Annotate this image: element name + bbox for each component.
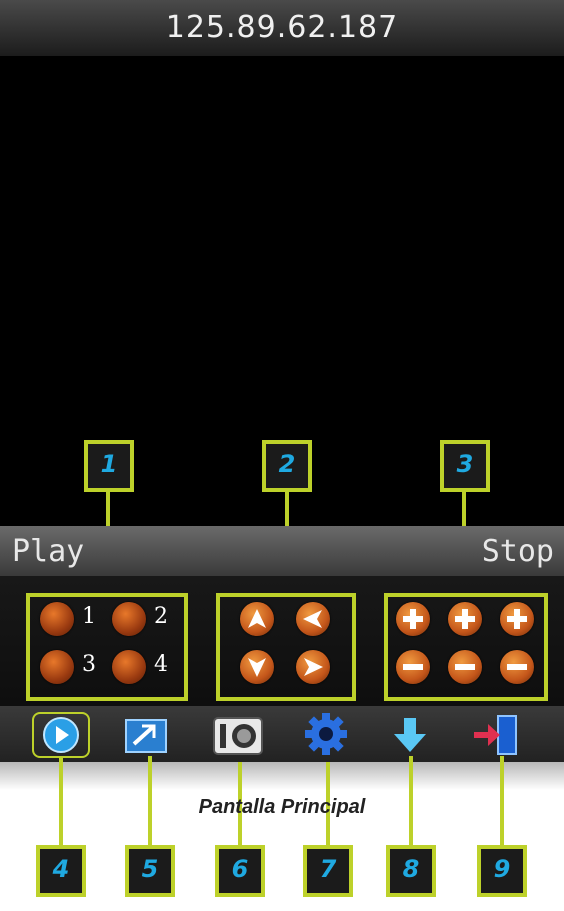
camera-1-label: 1 bbox=[82, 604, 96, 629]
plus-icon bbox=[507, 609, 527, 629]
zoom-in-button[interactable] bbox=[396, 602, 430, 636]
callout-badge-2: 2 bbox=[262, 440, 312, 492]
callout-badge-6: 6 bbox=[215, 845, 265, 897]
callout-badge-5: 5 bbox=[125, 845, 175, 897]
minus-icon bbox=[507, 664, 527, 670]
iris-open-button[interactable] bbox=[500, 602, 534, 636]
gallery-tab[interactable] bbox=[118, 712, 174, 758]
camera-4-button[interactable] bbox=[112, 650, 146, 684]
zoom-out-button[interactable] bbox=[396, 650, 430, 684]
exit-tab[interactable] bbox=[468, 712, 528, 758]
camera-2-button[interactable] bbox=[112, 602, 146, 636]
camera-1-button[interactable] bbox=[40, 602, 74, 636]
play-icon bbox=[43, 717, 79, 753]
minus-icon bbox=[455, 664, 475, 670]
arrow-down-icon bbox=[248, 658, 266, 677]
ip-address: 125.89.62.187 bbox=[165, 10, 399, 45]
play-stop-bar: Play Stop bbox=[0, 526, 564, 576]
callout-badge-7: 7 bbox=[303, 845, 353, 897]
camera-4-label: 4 bbox=[154, 652, 168, 677]
focus-in-button[interactable] bbox=[448, 602, 482, 636]
ptz-direction-group bbox=[216, 593, 356, 701]
iris-close-button[interactable] bbox=[500, 650, 534, 684]
snapshot-tab[interactable] bbox=[208, 712, 268, 758]
focus-out-button[interactable] bbox=[448, 650, 482, 684]
image-icon bbox=[125, 719, 167, 753]
callout-badge-9: 9 bbox=[477, 845, 527, 897]
callout-badge-3: 3 bbox=[440, 440, 490, 492]
title-bar: 125.89.62.187 bbox=[0, 0, 564, 57]
camera-3-button[interactable] bbox=[40, 650, 74, 684]
arrow-left-icon bbox=[303, 610, 322, 628]
plus-icon bbox=[455, 609, 475, 629]
minus-icon bbox=[403, 664, 423, 670]
play-button[interactable]: Play bbox=[12, 534, 84, 569]
plus-icon bbox=[403, 609, 423, 629]
callout-badge-8: 8 bbox=[386, 845, 436, 897]
download-tab[interactable] bbox=[384, 712, 436, 758]
toolbar-shadow bbox=[0, 762, 564, 790]
arrow-right-icon bbox=[304, 658, 323, 676]
settings-tab[interactable] bbox=[298, 712, 354, 758]
camera-2-label: 2 bbox=[154, 604, 168, 629]
callout-badge-1: 1 bbox=[84, 440, 134, 492]
live-view-tab[interactable] bbox=[32, 712, 90, 758]
callout-badge-4: 4 bbox=[36, 845, 86, 897]
pan-up-button[interactable] bbox=[240, 602, 274, 636]
snapshot-camera-icon bbox=[213, 717, 263, 755]
pan-down-button[interactable] bbox=[240, 650, 274, 684]
camera-3-label: 3 bbox=[82, 652, 96, 677]
settings-gear-icon bbox=[305, 713, 347, 755]
caption: Pantalla Principal bbox=[198, 796, 366, 818]
pan-left-button[interactable] bbox=[296, 602, 330, 636]
pan-right-button[interactable] bbox=[296, 650, 330, 684]
download-arrow-icon bbox=[394, 718, 426, 752]
arrow-up-icon bbox=[248, 609, 266, 628]
stop-button[interactable]: Stop bbox=[482, 534, 554, 569]
exit-icon bbox=[474, 715, 517, 755]
